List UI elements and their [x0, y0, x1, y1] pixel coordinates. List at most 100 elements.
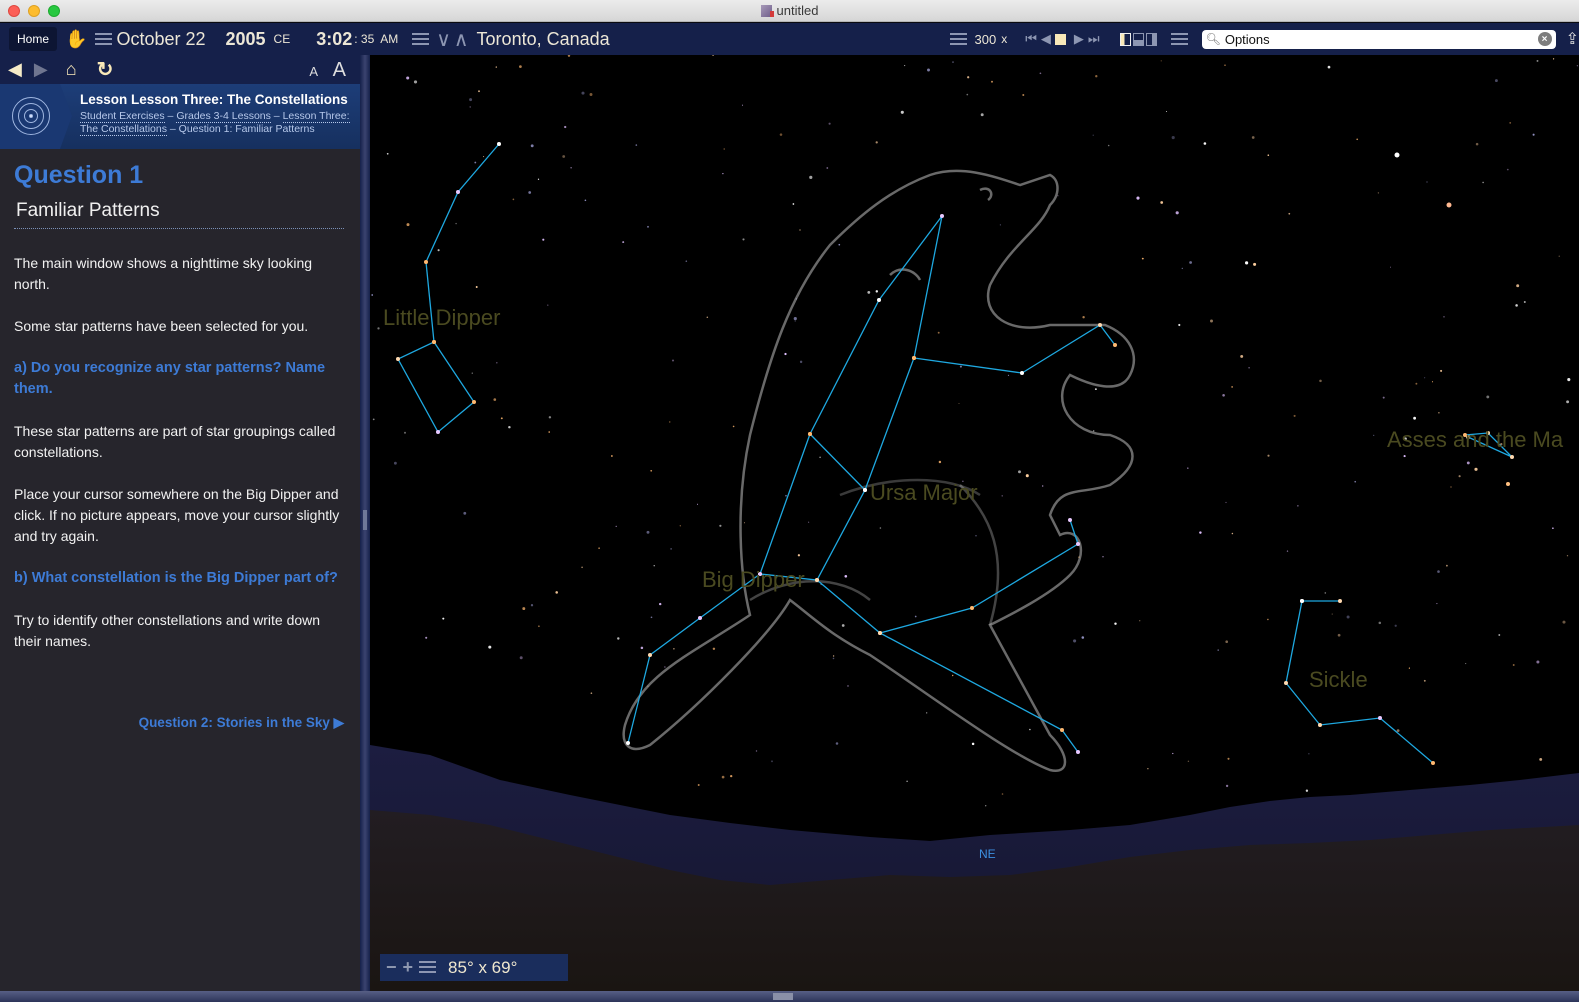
- clear-search-icon[interactable]: ×: [1537, 32, 1552, 46]
- right-pane-toggle-icon[interactable]: [1145, 32, 1157, 46]
- chevron-down-icon[interactable]: ∨: [436, 27, 451, 52]
- time-rate-menu-icon[interactable]: [950, 32, 968, 46]
- star[interactable]: [1068, 518, 1072, 522]
- label-asses-and-the-manger[interactable]: Asses and the Ma: [1387, 427, 1563, 453]
- star[interactable]: [1076, 542, 1080, 546]
- chevron-up-icon[interactable]: ∧: [454, 27, 469, 52]
- star[interactable]: [940, 214, 944, 218]
- star[interactable]: [648, 653, 652, 657]
- bottom-pane-toggle-icon[interactable]: [1132, 32, 1144, 46]
- background-star: [1029, 728, 1031, 731]
- seconds-field[interactable]: : 35: [354, 32, 374, 46]
- step-back-icon[interactable]: ◀: [1041, 31, 1051, 47]
- background-star: [1248, 366, 1250, 369]
- star[interactable]: [472, 400, 476, 404]
- star[interactable]: [1020, 371, 1024, 375]
- star[interactable]: [815, 578, 819, 582]
- skip-to-start-icon[interactable]: ⏮: [1025, 31, 1037, 47]
- location-menu-icon[interactable]: [412, 32, 430, 46]
- location-field[interactable]: Toronto, Canada: [477, 29, 610, 50]
- star[interactable]: [456, 190, 460, 194]
- star[interactable]: [436, 430, 440, 434]
- share-icon[interactable]: ⇪: [1566, 29, 1579, 49]
- maximize-window-button[interactable]: [48, 5, 60, 17]
- background-star: [1465, 663, 1467, 665]
- skip-to-end-icon[interactable]: ⏭: [1088, 31, 1100, 47]
- search-menu-icon[interactable]: [1170, 32, 1188, 46]
- forward-arrow-icon[interactable]: ▶: [34, 59, 48, 80]
- star[interactable]: [1113, 343, 1117, 347]
- stop-icon[interactable]: [1054, 33, 1066, 45]
- label-ursa-major[interactable]: Ursa Major: [870, 480, 978, 506]
- background-star: [1562, 620, 1566, 624]
- lesson-navbar: ◀ ▶ ⌂ ↻ A A: [0, 55, 360, 84]
- star[interactable]: [497, 142, 501, 146]
- background-star: [530, 604, 534, 607]
- background-star: [538, 625, 540, 628]
- star[interactable]: [912, 356, 916, 360]
- bottom-resize-grip[interactable]: [773, 993, 793, 1000]
- increase-font-button[interactable]: A: [333, 59, 346, 82]
- star[interactable]: [1378, 716, 1382, 720]
- star[interactable]: [424, 260, 428, 264]
- close-window-button[interactable]: [8, 5, 20, 17]
- constellation-line-ursa-major-b: [913, 324, 1116, 374]
- star[interactable]: [1076, 750, 1080, 754]
- star[interactable]: [626, 741, 630, 745]
- search-icon: 🔍︎: [1205, 32, 1221, 46]
- star[interactable]: [863, 488, 867, 492]
- background-star: [483, 156, 485, 158]
- star[interactable]: [396, 357, 400, 361]
- back-arrow-icon[interactable]: ◀: [8, 59, 22, 80]
- bright-star[interactable]: [1506, 482, 1510, 486]
- constellation-line-ursa-major-c: [816, 519, 1079, 634]
- background-star: [1389, 266, 1392, 268]
- zoom-in-icon[interactable]: +: [403, 957, 414, 978]
- star[interactable]: [1510, 455, 1514, 459]
- star[interactable]: [432, 340, 436, 344]
- star[interactable]: [970, 606, 974, 610]
- bright-star[interactable]: [1446, 202, 1452, 208]
- label-sickle[interactable]: Sickle: [1309, 667, 1368, 693]
- bright-star[interactable]: [1394, 152, 1400, 158]
- star[interactable]: [698, 616, 702, 620]
- era-label: CE: [273, 32, 291, 46]
- sky-view[interactable]: Little Dipper Ursa Major Big Dipper Asse…: [370, 55, 1579, 991]
- year-field[interactable]: 2005: [226, 29, 266, 50]
- time-field[interactable]: 3:02: [316, 29, 352, 50]
- background-star: [719, 524, 722, 527]
- star[interactable]: [808, 432, 812, 436]
- splitter-grip[interactable]: [363, 510, 367, 530]
- label-big-dipper[interactable]: Big Dipper: [702, 567, 805, 593]
- home-button[interactable]: Home: [9, 27, 58, 51]
- sky-canvas[interactable]: [370, 55, 1579, 991]
- star[interactable]: [1338, 599, 1342, 603]
- background-star: [1001, 793, 1004, 795]
- breadcrumb-item[interactable]: Student Exercises: [80, 110, 165, 123]
- star[interactable]: [1300, 599, 1304, 603]
- label-little-dipper[interactable]: Little Dipper: [383, 305, 500, 331]
- time-rate-value[interactable]: 300: [974, 32, 996, 47]
- date-menu-icon[interactable]: [95, 32, 113, 46]
- zoom-out-icon[interactable]: −: [386, 957, 397, 978]
- star[interactable]: [1098, 323, 1102, 327]
- breadcrumb-item[interactable]: Grades 3-4 Lessons: [176, 110, 271, 123]
- search-input[interactable]: [1224, 31, 1538, 47]
- hand-tool-icon[interactable]: ✋: [65, 29, 87, 50]
- play-forward-icon[interactable]: ▶: [1074, 31, 1084, 47]
- minimize-window-button[interactable]: [28, 5, 40, 17]
- background-star: [875, 290, 879, 293]
- decrease-font-button[interactable]: A: [309, 64, 318, 79]
- home-icon[interactable]: ⌂: [66, 59, 77, 80]
- star[interactable]: [878, 631, 882, 635]
- star[interactable]: [1431, 761, 1435, 765]
- reload-icon[interactable]: ↻: [97, 57, 114, 82]
- star[interactable]: [1318, 723, 1322, 727]
- left-pane-toggle-icon[interactable]: [1119, 32, 1131, 46]
- next-question-link[interactable]: Question 2: Stories in the Sky ▶: [14, 715, 346, 731]
- date-field[interactable]: October 22: [116, 29, 205, 50]
- star[interactable]: [1284, 681, 1288, 685]
- star[interactable]: [1060, 728, 1064, 732]
- fov-menu-icon[interactable]: [419, 961, 437, 974]
- star[interactable]: [877, 298, 881, 302]
